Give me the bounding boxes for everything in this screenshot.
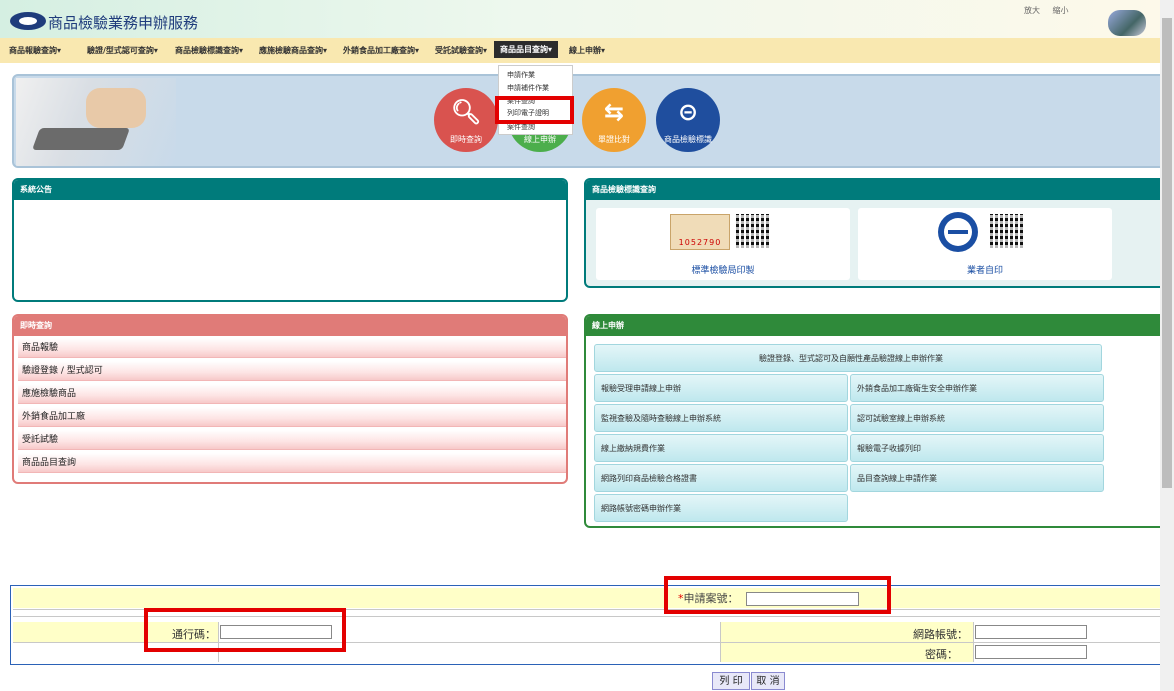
nav-item-verification-query[interactable]: 驗證/型式認可查詢▾ — [87, 45, 158, 56]
item-query-apply-button[interactable]: 品目查詢線上申請作業 — [850, 464, 1104, 492]
self-printed-caption: 業者自印 — [966, 266, 1003, 276]
print-button[interactable]: 列 印 — [712, 672, 750, 690]
form-row-application — [13, 588, 1171, 608]
font-size-links: 放大 縮小 — [1024, 5, 1079, 16]
query-item-inspection[interactable]: 商品報驗 — [18, 338, 566, 358]
highlight-application-no — [664, 576, 891, 614]
self-printed-mark-card[interactable]: 業者自印 — [858, 208, 1112, 280]
divider — [973, 622, 974, 662]
password-label: 密碼： — [925, 648, 958, 661]
query-item-commissioned-test[interactable]: 受託試驗 — [18, 430, 566, 450]
account-password-apply-button[interactable]: 網路帳號密碼申辦作業 — [594, 494, 848, 522]
monitoring-inspection-button[interactable]: 監視查驗及隨時查驗線上申辦系統 — [594, 404, 848, 432]
nav-item-inspection-query[interactable]: 商品報驗查詢▾ — [9, 45, 61, 56]
query-item-product-item[interactable]: 商品品目查詢 — [18, 453, 566, 473]
bsmi-printed-caption: 標準檢驗局印製 — [691, 266, 755, 276]
password-input[interactable] — [975, 645, 1087, 659]
document-compare-button[interactable]: ⇆ 單證比對 — [582, 88, 646, 152]
cancel-button[interactable]: 取 消 — [751, 672, 785, 690]
user-avatar — [1108, 10, 1146, 36]
nav-item-online-apply[interactable]: 線上申辦▾ — [569, 45, 605, 56]
print-certificate-button[interactable]: 網路列印商品檢驗合格證書 — [594, 464, 848, 492]
app-title: 商品檢驗業務申辦服務 — [48, 14, 199, 32]
nav-item-commissioned-test-query[interactable]: 受託試驗查詢▾ — [435, 45, 487, 56]
query-item-export-food[interactable]: 外銷食品加工廠 — [18, 407, 566, 427]
online-fee-payment-button[interactable]: 線上繳納規費作業 — [594, 434, 848, 462]
online-apply-title: 線上申辦 — [586, 316, 1166, 336]
inspection-mark-icon: ⊝ — [677, 98, 699, 126]
account-label: 網路帳號： — [913, 628, 968, 641]
bsmi-logo-icon — [10, 12, 46, 30]
instant-query-button[interactable]: 🔍︎ 即時查詢 — [434, 88, 498, 152]
nav-item-mark-query[interactable]: 商品檢驗標識查詢▾ — [175, 45, 243, 56]
e-receipt-print-button[interactable]: 報驗電子收據列印 — [850, 434, 1104, 462]
nav-item-regulated-goods-query[interactable]: 應施檢驗商品查詢▾ — [259, 45, 327, 56]
announcement-panel: 系統公告 — [12, 178, 568, 302]
bsmi-printed-mark-card[interactable]: 1052790 標準檢驗局印製 — [596, 208, 850, 280]
scrollbar-thumb[interactable] — [1162, 18, 1172, 488]
query-item-regulated-goods[interactable]: 應施檢驗商品 — [18, 384, 566, 404]
highlight-passcode — [144, 608, 346, 652]
divider — [720, 622, 721, 662]
verification-online-apply-button[interactable]: 驗證登錄、型式認可及自願性產品驗證線上申辦作業 — [594, 344, 1102, 372]
announcement-title: 系統公告 — [14, 180, 566, 200]
inspection-mark-panel: 商品檢驗標識查詢 1052790 標準檢驗局印製 業者自印 — [584, 178, 1168, 288]
standard-mark-image: 1052790 — [670, 214, 730, 250]
nav-item-export-food-query[interactable]: 外銷食品加工廠查詢▾ — [343, 45, 419, 56]
app-header: 商品檢驗業務申辦服務 放大 縮小 — [0, 0, 1160, 38]
hero-banner: 🔍︎ 即時查詢 ✎ 線上申辦 ⇆ 單證比對 ⊝ 商品檢驗標識 — [12, 74, 1168, 168]
highlight-print-e-cert — [495, 96, 574, 124]
online-apply-panel: 線上申辦 驗證登錄、型式認可及自願性產品驗證線上申辦作業 報驗受理申請線上申辦 … — [584, 314, 1168, 528]
export-food-apply-button[interactable]: 外銷食品加工廠衛生安全申辦作業 — [850, 374, 1104, 402]
dropdown-item-supplement[interactable]: 申請補件作業 — [507, 83, 549, 93]
accredited-lab-button[interactable]: 認可試驗室線上申辦系統 — [850, 404, 1104, 432]
inspection-mark-button[interactable]: ⊝ 商品檢驗標識 — [656, 88, 720, 152]
inspection-mark-title: 商品檢驗標識查詢 — [586, 180, 1166, 200]
instant-query-title: 即時查詢 — [14, 316, 566, 336]
main-nav: 商品報驗查詢▾ 驗證/型式認可查詢▾ 商品檢驗標識查詢▾ 應施檢驗商品查詢▾ 外… — [0, 38, 1160, 63]
shuffle-icon: ⇆ — [603, 98, 625, 126]
search-icon: 🔍︎ — [450, 98, 482, 126]
zoom-out-link[interactable]: 縮小 — [1053, 6, 1069, 15]
inspection-mark-icon — [938, 212, 978, 252]
qr-code-icon — [736, 214, 770, 248]
inspection-online-apply-button[interactable]: 報驗受理申請線上申辦 — [594, 374, 848, 402]
qr-code-icon — [990, 214, 1024, 248]
query-item-verification[interactable]: 驗證登錄 / 型式認可 — [18, 361, 566, 381]
nav-item-product-item-query[interactable]: 商品品目查詢▾ — [494, 41, 559, 58]
dropdown-item-apply[interactable]: 申請作業 — [507, 70, 535, 80]
zoom-in-link[interactable]: 放大 — [1024, 6, 1040, 15]
instant-query-panel: 即時查詢 商品報驗 驗證登錄 / 型式認可 應施檢驗商品 外銷食品加工廠 受託試… — [12, 314, 568, 484]
laptop-typing-image — [16, 78, 176, 166]
account-input[interactable] — [975, 625, 1087, 639]
